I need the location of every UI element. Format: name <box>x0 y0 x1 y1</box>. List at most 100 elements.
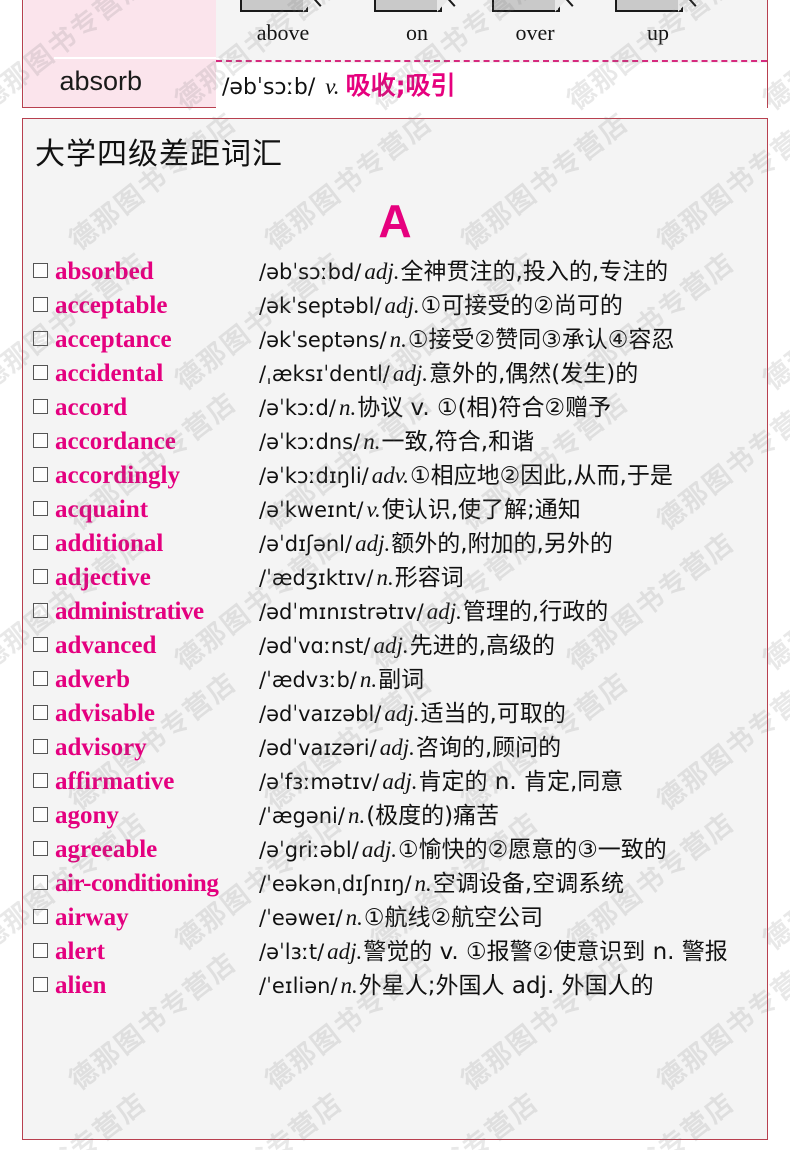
entry-part-of-speech: n. <box>414 871 432 896</box>
checkbox-icon[interactable] <box>33 501 48 516</box>
entry-ipa: /əˈkɔːdɪŋli/ <box>259 464 369 488</box>
entry-part-of-speech: n. <box>363 429 381 454</box>
preposition-label: up <box>647 20 669 45</box>
checkbox-icon[interactable] <box>33 603 48 618</box>
entry-word: agreeable <box>55 836 158 863</box>
entry-part-of-speech: adj. <box>327 939 363 964</box>
entry-chinese-meaning: 全神贯注的,投入的,专注的 <box>400 259 669 285</box>
entry-part-of-speech: n. <box>340 973 358 998</box>
dashed-separator <box>216 60 767 62</box>
checkbox-icon[interactable] <box>33 263 48 278</box>
checkbox-icon[interactable] <box>33 841 48 856</box>
entry-word: absorbed <box>55 258 154 285</box>
entry-definition: /əkˈseptəns/n.①接受②赞同③承认④容忍 <box>259 323 763 357</box>
checkbox-icon[interactable] <box>33 535 48 550</box>
entry-ipa: /ədˈvaɪzəbl/ <box>259 702 382 726</box>
entry-part-of-speech: n. <box>376 565 394 590</box>
entry-checkbox-wrap <box>33 255 55 278</box>
checkbox-icon[interactable] <box>33 297 48 312</box>
entry-definition: /ˈædvɜːb/n.副词 <box>259 663 763 697</box>
checkbox-icon[interactable] <box>33 433 48 448</box>
entry-part-of-speech: adj. <box>355 531 391 556</box>
entry-chinese-meaning: 肯定的 n. 肯定,同意 <box>418 769 624 795</box>
entry-definition: /əkˈseptəbl/adj.①可接受的②尚可的 <box>259 289 763 323</box>
vocabulary-entry: administrative/ədˈmɪnɪstrətɪv/adj.管理的,行政… <box>23 595 767 629</box>
entry-ipa: /əkˈseptəns/ <box>259 328 387 352</box>
checkbox-icon[interactable] <box>33 875 48 890</box>
vocabulary-entry: airway/ˈeəweɪ/n.①航线②航空公司 <box>23 901 767 935</box>
entry-checkbox-wrap <box>33 697 55 720</box>
checkbox-icon[interactable] <box>33 943 48 958</box>
vocabulary-entry: affirmative/əˈfɜːmətɪv/adj.肯定的 n. 肯定,同意 <box>23 765 767 799</box>
checkbox-icon[interactable] <box>33 467 48 482</box>
checkbox-icon[interactable] <box>33 637 48 652</box>
entry-definition: /ˌæksɪˈdentl/adj.意外的,偶然(发生)的 <box>259 357 763 391</box>
entry-definition: /əˈkɔːdɪŋli/adv.①相应地②因此,从而,于是 <box>259 459 763 493</box>
entry-definition: /ədˈvɑːnst/adj.先进的,高级的 <box>259 629 763 663</box>
vocabulary-entry: acceptance/əkˈseptəns/n.①接受②赞同③承认④容忍 <box>23 323 767 357</box>
vocabulary-entry: additional/əˈdɪʃənl/adj.额外的,附加的,另外的 <box>23 527 767 561</box>
entry-word: accord <box>55 394 128 421</box>
vocabulary-entry: accordance/əˈkɔːdns/n.一致,符合,和谐 <box>23 425 767 459</box>
vocabulary-entry: acceptable/əkˈseptəbl/adj.①可接受的②尚可的 <box>23 289 767 323</box>
entry-ipa: /əˈkɔːd/ <box>259 396 336 420</box>
entry-word: airway <box>55 904 129 931</box>
preposition-label: above <box>256 20 310 45</box>
entry-definition: /əˈkweɪnt/v.使认识,使了解;通知 <box>259 493 763 527</box>
entry-part-of-speech: adj. <box>392 361 428 386</box>
vocabulary-entry: accord/əˈkɔːd/n.协议 v. ①(相)符合②赠予 <box>23 391 767 425</box>
checkbox-icon[interactable] <box>33 331 48 346</box>
entry-chinese-meaning: 空调设备,空调系统 <box>432 871 625 897</box>
entry-word: additional <box>55 530 164 557</box>
entry-checkbox-wrap <box>33 629 55 652</box>
entry-ipa: /ˈeɪliən/ <box>259 974 338 998</box>
entry-checkbox-wrap <box>33 289 55 312</box>
entry-word: acceptable <box>55 292 168 319</box>
vocabulary-entry: absorbed/əbˈsɔːbd/adj.全神贯注的,投入的,专注的 <box>23 255 767 289</box>
entry-chinese-meaning: 协议 v. ①(相)符合②赠予 <box>357 395 612 421</box>
checkbox-icon[interactable] <box>33 569 48 584</box>
entry-part-of-speech: adj. <box>426 599 462 624</box>
entry-part-of-speech: n. <box>359 667 378 692</box>
box-3d-icon <box>240 0 338 16</box>
entry-part-of-speech: adj. <box>382 769 418 794</box>
entry-ipa: /ˈeəweɪ/ <box>259 906 343 930</box>
checkbox-icon[interactable] <box>33 671 48 686</box>
checkbox-icon[interactable] <box>33 807 48 822</box>
entry-ipa: /əˈgriːəbl/ <box>259 838 359 862</box>
checkbox-icon[interactable] <box>33 977 48 992</box>
checkbox-icon[interactable] <box>33 399 48 414</box>
preposition-cell-above: above <box>224 0 342 45</box>
checkbox-icon[interactable] <box>33 739 48 754</box>
entry-definition: /əˈdɪʃənl/adj.额外的,附加的,另外的 <box>259 527 763 561</box>
entry-chinese-meaning: 意外的,偶然(发生)的 <box>429 361 639 387</box>
entry-word: alien <box>55 972 107 999</box>
entry-part-of-speech: adj. <box>361 837 397 862</box>
entry-definition: /əbˈsɔːbd/adj.全神贯注的,投入的,专注的 <box>259 255 763 289</box>
vocabulary-entry: air-conditioning/ˈeəkənˌdɪʃnɪŋ/n.空调设备,空调… <box>23 867 767 901</box>
entry-checkbox-wrap <box>33 391 55 414</box>
entry-word: acceptance <box>55 326 172 353</box>
entry-word: accordance <box>55 428 176 455</box>
entry-chinese-meaning: 形容词 <box>394 565 464 591</box>
checkbox-icon[interactable] <box>33 909 48 924</box>
vocabulary-entry: adjective/ˈædʒɪktɪv/n.形容词 <box>23 561 767 595</box>
entry-chinese-meaning: 管理的,行政的 <box>462 599 609 625</box>
checkbox-icon[interactable] <box>33 365 48 380</box>
entry-checkbox-wrap <box>33 901 55 924</box>
checkbox-icon[interactable] <box>33 773 48 788</box>
entry-checkbox-wrap <box>33 833 55 856</box>
entry-ipa: /əbˈsɔːbd/ <box>259 260 362 284</box>
headword-divider <box>53 57 234 59</box>
entry-ipa: /ˈædvɜːb/ <box>259 668 357 692</box>
entry-checkbox-wrap <box>33 561 55 584</box>
vocabulary-entry: adverb/ˈædvɜːb/n.副词 <box>23 663 767 697</box>
entry-part-of-speech: n. <box>347 803 366 828</box>
entry-word: adverb <box>55 666 130 693</box>
top-partial-entry-section: absorb above on over up /əbˈsɔːb/ v. 吸收;… <box>0 0 790 112</box>
vocabulary-entry: acquaint/əˈkweɪnt/v.使认识,使了解;通知 <box>23 493 767 527</box>
entry-chinese-meaning: ①接受②赞同③承认④容忍 <box>407 327 675 353</box>
checkbox-icon[interactable] <box>33 705 48 720</box>
page-title: 大学四级差距词汇 <box>35 138 283 171</box>
entry-definition: /ˈeɪliən/n.外星人;外国人 adj. 外国人的 <box>259 969 763 1003</box>
